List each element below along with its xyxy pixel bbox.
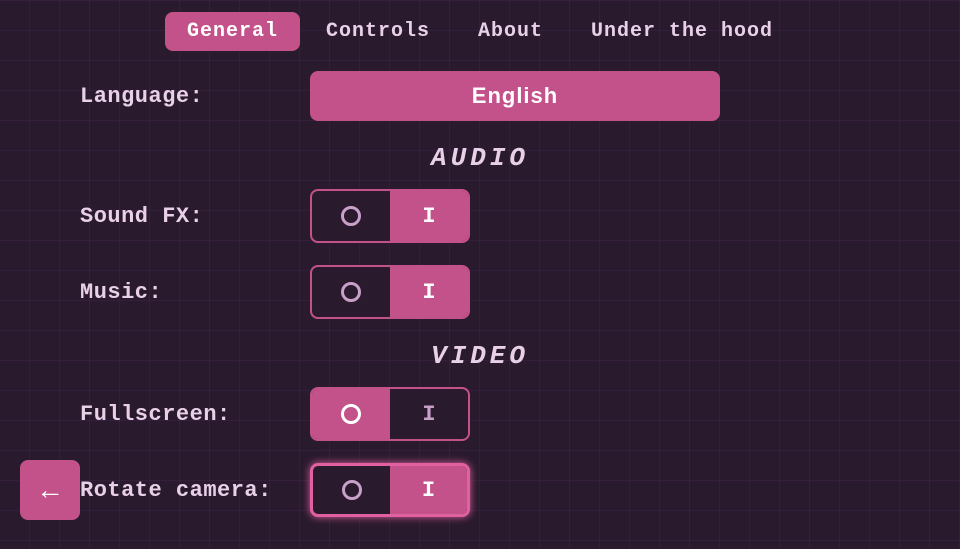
- rotate-camera-row: Rotate camera: I: [80, 463, 880, 517]
- fullscreen-label: Fullscreen:: [80, 402, 310, 427]
- video-section-header: VIDEO: [80, 341, 880, 371]
- tab-general[interactable]: General: [165, 12, 300, 51]
- rotate-camera-label: Rotate camera:: [80, 478, 310, 503]
- music-off-icon: [341, 282, 361, 302]
- fullscreen-toggle[interactable]: I: [310, 387, 470, 441]
- music-on[interactable]: I: [390, 267, 468, 317]
- audio-section-header: AUDIO: [80, 143, 880, 173]
- sound-fx-row: Sound FX: I: [80, 189, 880, 243]
- tab-controls[interactable]: Controls: [304, 12, 452, 51]
- fullscreen-off-icon: [341, 404, 361, 424]
- fullscreen-on-label: I: [422, 402, 435, 427]
- sound-fx-off[interactable]: [312, 191, 390, 241]
- music-label: Music:: [80, 280, 310, 305]
- fullscreen-off[interactable]: [312, 389, 390, 439]
- sound-fx-on-label: I: [422, 204, 435, 229]
- back-button[interactable]: ←: [20, 460, 80, 520]
- rotate-camera-off[interactable]: [313, 466, 390, 514]
- fullscreen-on[interactable]: I: [390, 389, 468, 439]
- fullscreen-row: Fullscreen: I: [80, 387, 880, 441]
- tabs-bar: General Controls About Under the hood: [0, 0, 960, 61]
- rotate-camera-off-icon: [342, 480, 362, 500]
- music-on-label: I: [422, 280, 435, 305]
- language-button[interactable]: English: [310, 71, 720, 121]
- language-label: Language:: [80, 84, 310, 109]
- sound-fx-off-icon: [341, 206, 361, 226]
- sound-fx-toggle[interactable]: I: [310, 189, 470, 243]
- music-row: Music: I: [80, 265, 880, 319]
- sound-fx-on[interactable]: I: [390, 191, 468, 241]
- language-row: Language: English: [80, 71, 880, 121]
- music-toggle[interactable]: I: [310, 265, 470, 319]
- music-off[interactable]: [312, 267, 390, 317]
- rotate-camera-on-label: I: [422, 478, 435, 503]
- rotate-camera-on[interactable]: I: [390, 466, 467, 514]
- rotate-camera-toggle[interactable]: I: [310, 463, 470, 517]
- tab-under-the-hood[interactable]: Under the hood: [569, 12, 795, 51]
- back-arrow-icon: ←: [36, 476, 64, 504]
- tab-about[interactable]: About: [456, 12, 565, 51]
- settings-content: Language: English AUDIO Sound FX: I Musi…: [0, 61, 960, 549]
- sound-fx-label: Sound FX:: [80, 204, 310, 229]
